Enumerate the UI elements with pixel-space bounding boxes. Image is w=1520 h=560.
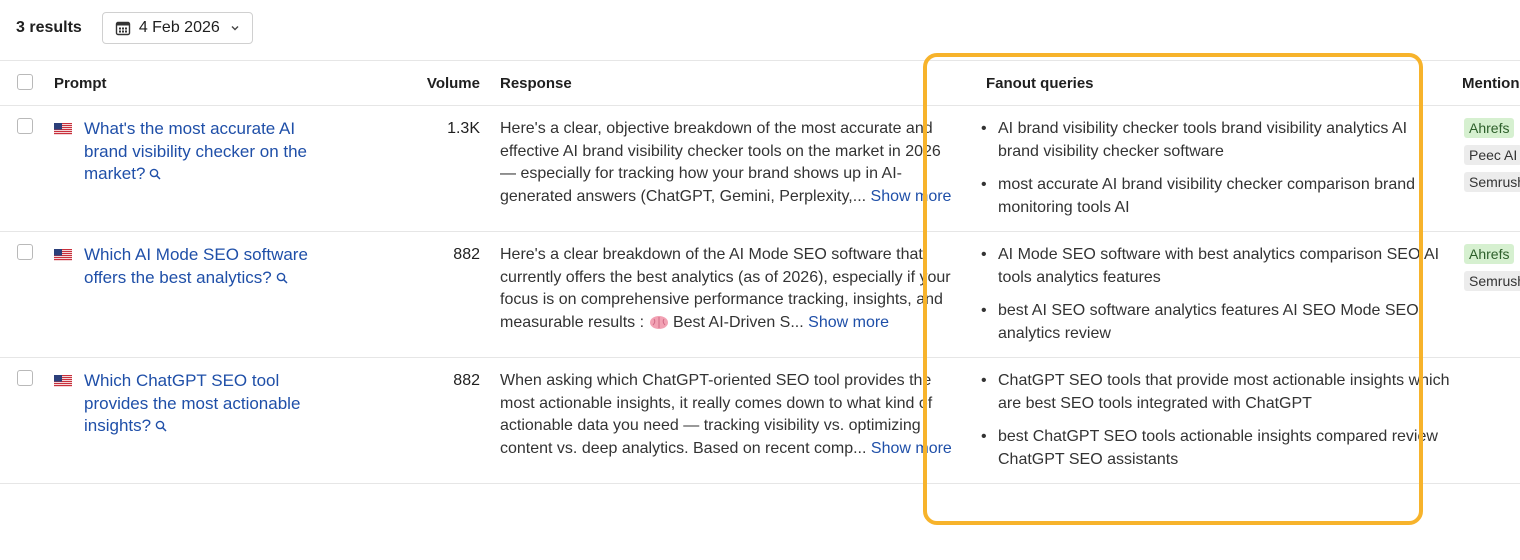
header-mentions[interactable]: Mentions: [1462, 61, 1520, 106]
fanout-list: AI Mode SEO software with best analytics…: [970, 244, 1462, 345]
prompt-cell: What's the most accurate AI brand visibi…: [50, 106, 380, 232]
response-cell: Here's a clear, objective breakdown of t…: [500, 106, 970, 232]
header-fanout[interactable]: Fanout queries: [970, 61, 1462, 106]
prompt-text[interactable]: What's the most accurate AI brand visibi…: [84, 119, 307, 183]
toolbar: 3 results 4 Feb 2026: [16, 12, 253, 44]
search-icon[interactable]: [155, 420, 167, 432]
us-flag-icon: [54, 375, 72, 387]
prompt-link[interactable]: Which AI Mode SEO software offers the be…: [84, 244, 309, 289]
row-checkbox[interactable]: [17, 118, 33, 134]
show-more-link[interactable]: Show more: [871, 440, 952, 457]
search-icon[interactable]: [149, 168, 161, 180]
prompt-cell: Which ChatGPT SEO tool provides the most…: [50, 358, 380, 484]
show-more-link[interactable]: Show more: [871, 188, 952, 205]
results-table: Prompt Volume Response Fanout queries Me…: [0, 60, 1520, 484]
results-count: 3 results: [16, 19, 82, 36]
mentions-cell: [1462, 358, 1520, 484]
date-label: 4 Feb 2026: [138, 19, 220, 36]
mentions-cell: Ahrefs Peec AI Semrush: [1462, 106, 1520, 232]
response-tail: Best AI-Driven S...: [672, 313, 804, 331]
table-row[interactable]: Which AI Mode SEO software offers the be…: [0, 232, 1520, 358]
fanout-query: AI brand visibility checker tools brand …: [981, 118, 1462, 163]
prompt-text[interactable]: Which ChatGPT SEO tool provides the most…: [84, 371, 300, 435]
us-flag-icon: [54, 249, 72, 261]
mentions-cell: Ahrefs Semrush: [1462, 232, 1520, 358]
volume-cell: 1.3K: [447, 120, 480, 137]
us-flag-icon: [54, 123, 72, 135]
row-checkbox[interactable]: [17, 370, 33, 386]
fanout-query: AI Mode SEO software with best analytics…: [981, 244, 1462, 289]
mention-badge[interactable]: Semrush: [1464, 172, 1520, 192]
mention-badge[interactable]: Peec AI: [1464, 145, 1520, 165]
table-row[interactable]: Which ChatGPT SEO tool provides the most…: [0, 358, 1520, 484]
fanout-query: most accurate AI brand visibility checke…: [981, 174, 1462, 219]
response-cell: Here's a clear breakdown of the AI Mode …: [500, 232, 970, 358]
select-cell: [0, 106, 50, 232]
fanout-query: ChatGPT SEO tools that provide most acti…: [981, 370, 1462, 415]
fanout-cell: ChatGPT SEO tools that provide most acti…: [970, 358, 1462, 484]
prompt-text[interactable]: Which AI Mode SEO software offers the be…: [84, 245, 308, 287]
table-header-row: Prompt Volume Response Fanout queries Me…: [0, 60, 1520, 106]
fanout-query: best AI SEO software analytics features …: [981, 300, 1462, 345]
prompt-cell: Which AI Mode SEO software offers the be…: [50, 232, 380, 358]
show-more-link[interactable]: Show more: [808, 314, 889, 331]
header-prompt[interactable]: Prompt: [50, 61, 380, 106]
select-cell: [0, 232, 50, 358]
fanout-query: best ChatGPT SEO tools actionable insigh…: [981, 426, 1462, 471]
header-select-cell: [0, 61, 50, 106]
table-row[interactable]: What's the most accurate AI brand visibi…: [0, 106, 1520, 232]
select-all-checkbox[interactable]: [17, 74, 33, 90]
fanout-list: ChatGPT SEO tools that provide most acti…: [970, 370, 1462, 471]
fanout-list: AI brand visibility checker tools brand …: [970, 118, 1462, 219]
header-volume[interactable]: Volume: [380, 61, 500, 106]
fanout-cell: AI Mode SEO software with best analytics…: [970, 232, 1462, 358]
header-response[interactable]: Response: [500, 61, 970, 106]
fanout-cell: AI brand visibility checker tools brand …: [970, 106, 1462, 232]
mention-badge[interactable]: Semrush: [1464, 271, 1520, 291]
select-cell: [0, 358, 50, 484]
mention-badge[interactable]: Ahrefs: [1464, 118, 1515, 138]
chevron-down-icon: [231, 26, 239, 31]
volume-cell: 882: [453, 246, 480, 263]
volume-cell: 882: [453, 372, 480, 389]
prompt-link[interactable]: Which ChatGPT SEO tool provides the most…: [84, 370, 309, 438]
prompt-link[interactable]: What's the most accurate AI brand visibi…: [84, 118, 309, 186]
mention-badge[interactable]: Ahrefs: [1464, 244, 1515, 264]
response-cell: When asking which ChatGPT-oriented SEO t…: [500, 358, 970, 484]
row-checkbox[interactable]: [17, 244, 33, 260]
calendar-icon: [115, 21, 131, 36]
response-text: When asking which ChatGPT-oriented SEO t…: [500, 372, 933, 457]
search-icon[interactable]: [276, 272, 288, 284]
date-picker-button[interactable]: 4 Feb 2026: [101, 12, 253, 44]
brain-emoji-icon: [649, 315, 668, 329]
